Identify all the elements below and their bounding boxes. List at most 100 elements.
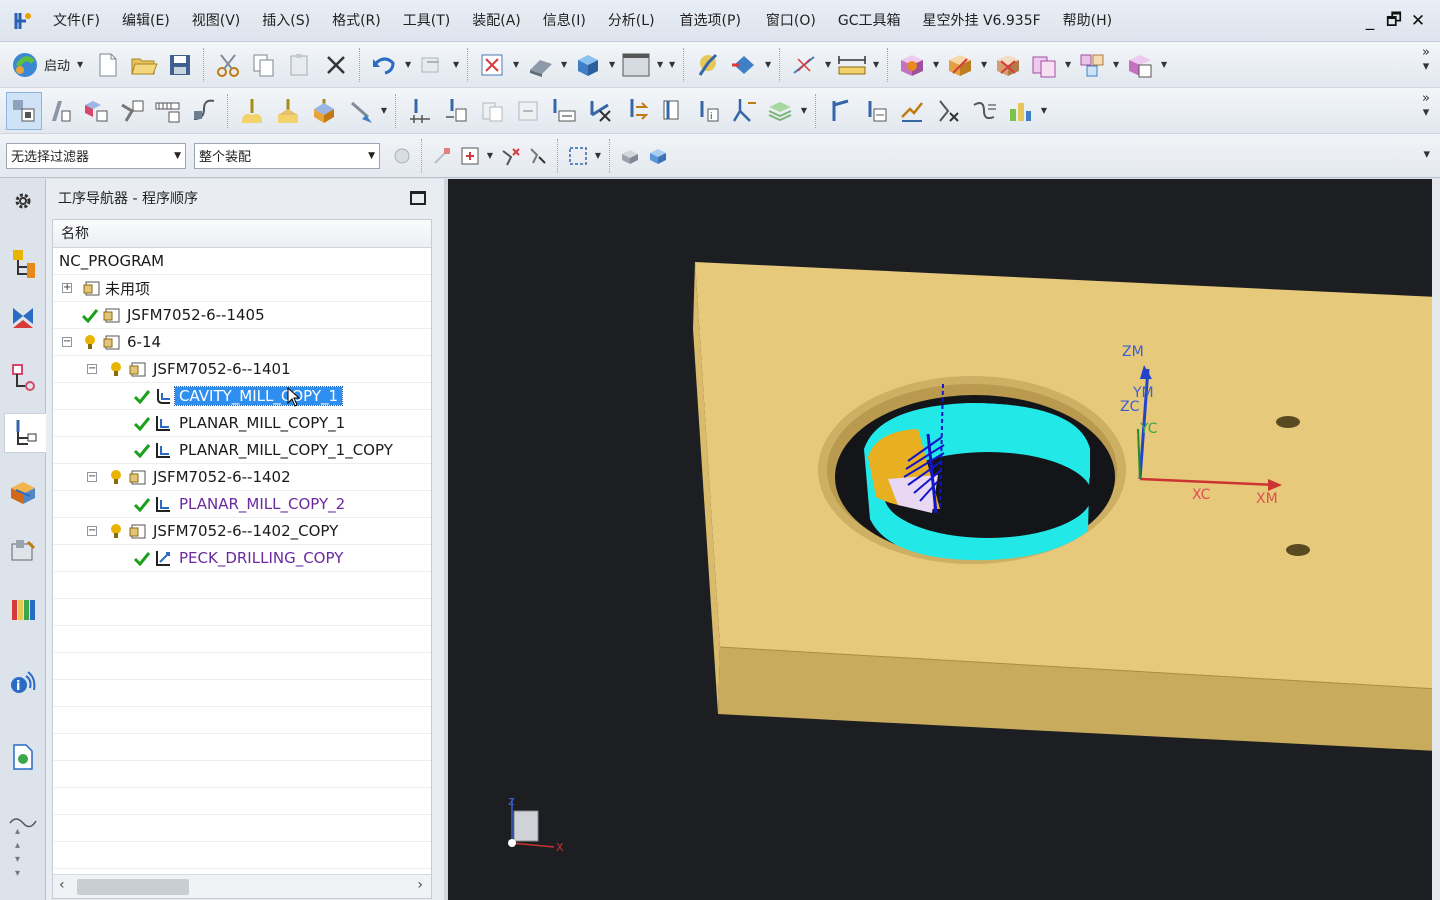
collapse-toggle-icon[interactable]: − xyxy=(87,472,97,482)
reuse-library-icon[interactable] xyxy=(4,531,42,571)
list-toolpath-icon[interactable] xyxy=(474,92,510,130)
menu-tools[interactable]: 工具(T) xyxy=(392,6,461,36)
chevron-down-icon[interactable]: ▼ xyxy=(822,46,834,84)
cut-icon[interactable] xyxy=(210,46,246,84)
history-icon[interactable] xyxy=(4,737,42,777)
chevron-down-icon[interactable]: ▼ xyxy=(558,46,570,84)
chevron-down-icon[interactable]: ▼ xyxy=(1110,46,1122,84)
menu-file[interactable]: 文件(F) xyxy=(42,6,111,36)
save-icon[interactable] xyxy=(162,46,198,84)
cut-parameters-icon[interactable] xyxy=(726,92,762,130)
postprocess-icon[interactable] xyxy=(546,92,582,130)
exploded-view-icon[interactable] xyxy=(1074,46,1110,84)
filter-settings-icon[interactable] xyxy=(388,137,416,175)
collapse-toggle-icon[interactable]: − xyxy=(62,337,72,347)
create-operation-icon[interactable] xyxy=(150,92,186,130)
verify-toolpath-icon[interactable] xyxy=(510,92,546,130)
menu-info[interactable]: 信息(I) xyxy=(532,6,597,36)
path-copy-icon[interactable] xyxy=(858,92,894,130)
menu-assembly[interactable]: 装配(A) xyxy=(461,6,532,36)
assembly-copy-icon[interactable] xyxy=(1026,46,1062,84)
assembly-add-icon[interactable] xyxy=(894,46,930,84)
drill-icon[interactable] xyxy=(342,92,378,130)
tree-row-operation[interactable]: PECK_DRILLING_COPY xyxy=(53,545,431,572)
object-display-icon[interactable]: i xyxy=(690,92,726,130)
chevron-down-icon[interactable]: ▼ xyxy=(450,46,462,84)
tree-row-program[interactable]: − JSFM7052-6--1402_COPY xyxy=(53,518,431,545)
toolbar-overflow-icon[interactable]: » ▾ xyxy=(1422,46,1430,74)
feeds-speeds-icon[interactable] xyxy=(762,92,798,130)
menu-format[interactable]: 格式(R) xyxy=(321,6,392,36)
chevron-down-icon[interactable]: ▼ xyxy=(74,46,86,84)
chevron-down-icon[interactable]: ▼ xyxy=(870,46,882,84)
measure-distance-icon[interactable] xyxy=(834,46,870,84)
fit-view-icon[interactable] xyxy=(474,46,510,84)
point-snap-icon[interactable] xyxy=(786,46,822,84)
chevron-down-icon[interactable]: ▼ xyxy=(762,46,774,84)
menu-view[interactable]: 视图(V) xyxy=(181,6,252,36)
part-navigator-icon[interactable] xyxy=(4,357,42,397)
assembly-constraint-icon[interactable] xyxy=(990,46,1026,84)
generate-toolpath-icon[interactable] xyxy=(402,92,438,130)
menu-plugin[interactable]: 星空外挂 V6.935F xyxy=(912,6,1052,36)
nx-logo-icon[interactable] xyxy=(10,8,36,34)
expand-toggle-icon[interactable]: + xyxy=(62,283,72,293)
chevron-down-icon[interactable]: ▼ xyxy=(1158,46,1170,84)
edit-object-icon[interactable] xyxy=(654,92,690,130)
path-transform-icon[interactable] xyxy=(822,92,858,130)
gear-icon[interactable] xyxy=(4,181,42,221)
assembly-navigator-icon[interactable] xyxy=(4,243,42,283)
snap-view-icon[interactable] xyxy=(726,46,762,84)
tree-row-program[interactable]: − JSFM7052-6--1402 xyxy=(53,464,431,491)
render-style-icon[interactable] xyxy=(570,46,606,84)
create-method-icon[interactable] xyxy=(114,92,150,130)
machine-navigator-icon[interactable] xyxy=(4,473,42,513)
scroll-right-icon[interactable]: › xyxy=(417,877,423,893)
replay-toolpath-icon[interactable] xyxy=(438,92,474,130)
output-cls-icon[interactable] xyxy=(618,92,654,130)
scroll-left-icon[interactable]: ‹ xyxy=(59,877,65,893)
collapse-toggle-icon[interactable]: − xyxy=(87,526,97,536)
chevron-down-icon[interactable]: ▼ xyxy=(510,46,522,84)
menu-preferences[interactable]: 首选项(P) xyxy=(666,6,755,36)
minimize-button[interactable]: _ xyxy=(1358,6,1382,36)
snap-endpoint-icon[interactable] xyxy=(428,137,456,175)
paste-icon[interactable] xyxy=(282,46,318,84)
mill-contour-icon[interactable] xyxy=(234,92,270,130)
chevron-down-icon[interactable]: ▼ xyxy=(666,46,678,84)
select-face-icon[interactable] xyxy=(644,137,672,175)
collapse-toggle-icon[interactable]: − xyxy=(87,364,97,374)
restore-button[interactable]: 🗗 xyxy=(1382,6,1406,36)
chevron-down-icon[interactable]: ▼ xyxy=(1062,46,1074,84)
graphics-window[interactable]: ZM YM ZC YC XC XM Z X xyxy=(448,179,1432,900)
undo-icon[interactable] xyxy=(366,46,402,84)
assembly-sequence-icon[interactable] xyxy=(1122,46,1158,84)
chevron-down-icon[interactable]: ▾ xyxy=(1423,148,1430,162)
tree-row-unused-items[interactable]: + 未用项 xyxy=(53,275,431,302)
shaded-view-icon[interactable] xyxy=(522,46,558,84)
operation-navigator-icon[interactable] xyxy=(4,413,46,453)
repeat-command-icon[interactable] xyxy=(414,46,450,84)
wcs-dynamics-icon[interactable] xyxy=(690,46,726,84)
tree-row-nc-program[interactable]: NC_PROGRAM xyxy=(53,248,431,275)
chevron-down-icon[interactable]: ▼ xyxy=(930,46,942,84)
menu-analysis[interactable]: 分析(L) xyxy=(597,6,666,36)
mill-planar-icon[interactable] xyxy=(270,92,306,130)
mill-multi-axis-icon[interactable] xyxy=(306,92,342,130)
sidebar-scroll-icon[interactable]: ▴ ▴ ▾ ▾ xyxy=(15,825,20,881)
horizontal-scrollbar[interactable]: ‹ › xyxy=(53,874,431,898)
copy-icon[interactable] xyxy=(246,46,282,84)
close-button[interactable]: ✕ xyxy=(1406,6,1430,36)
column-header-name[interactable]: 名称 xyxy=(53,220,431,248)
snap-point-icon[interactable] xyxy=(496,137,524,175)
delete-icon[interactable] xyxy=(318,46,354,84)
shop-doc-icon[interactable] xyxy=(582,92,618,130)
path-split-icon[interactable] xyxy=(930,92,966,130)
path-lock-icon[interactable] xyxy=(966,92,1002,130)
tool-path-icon[interactable] xyxy=(186,92,222,130)
create-tool-icon[interactable] xyxy=(42,92,78,130)
tree-row-operation[interactable]: PLANAR_MILL_COPY_2 xyxy=(53,491,431,518)
chevron-down-icon[interactable]: ▼ xyxy=(798,92,810,130)
path-analyze-icon[interactable] xyxy=(1002,92,1038,130)
select-body-icon[interactable] xyxy=(616,137,644,175)
